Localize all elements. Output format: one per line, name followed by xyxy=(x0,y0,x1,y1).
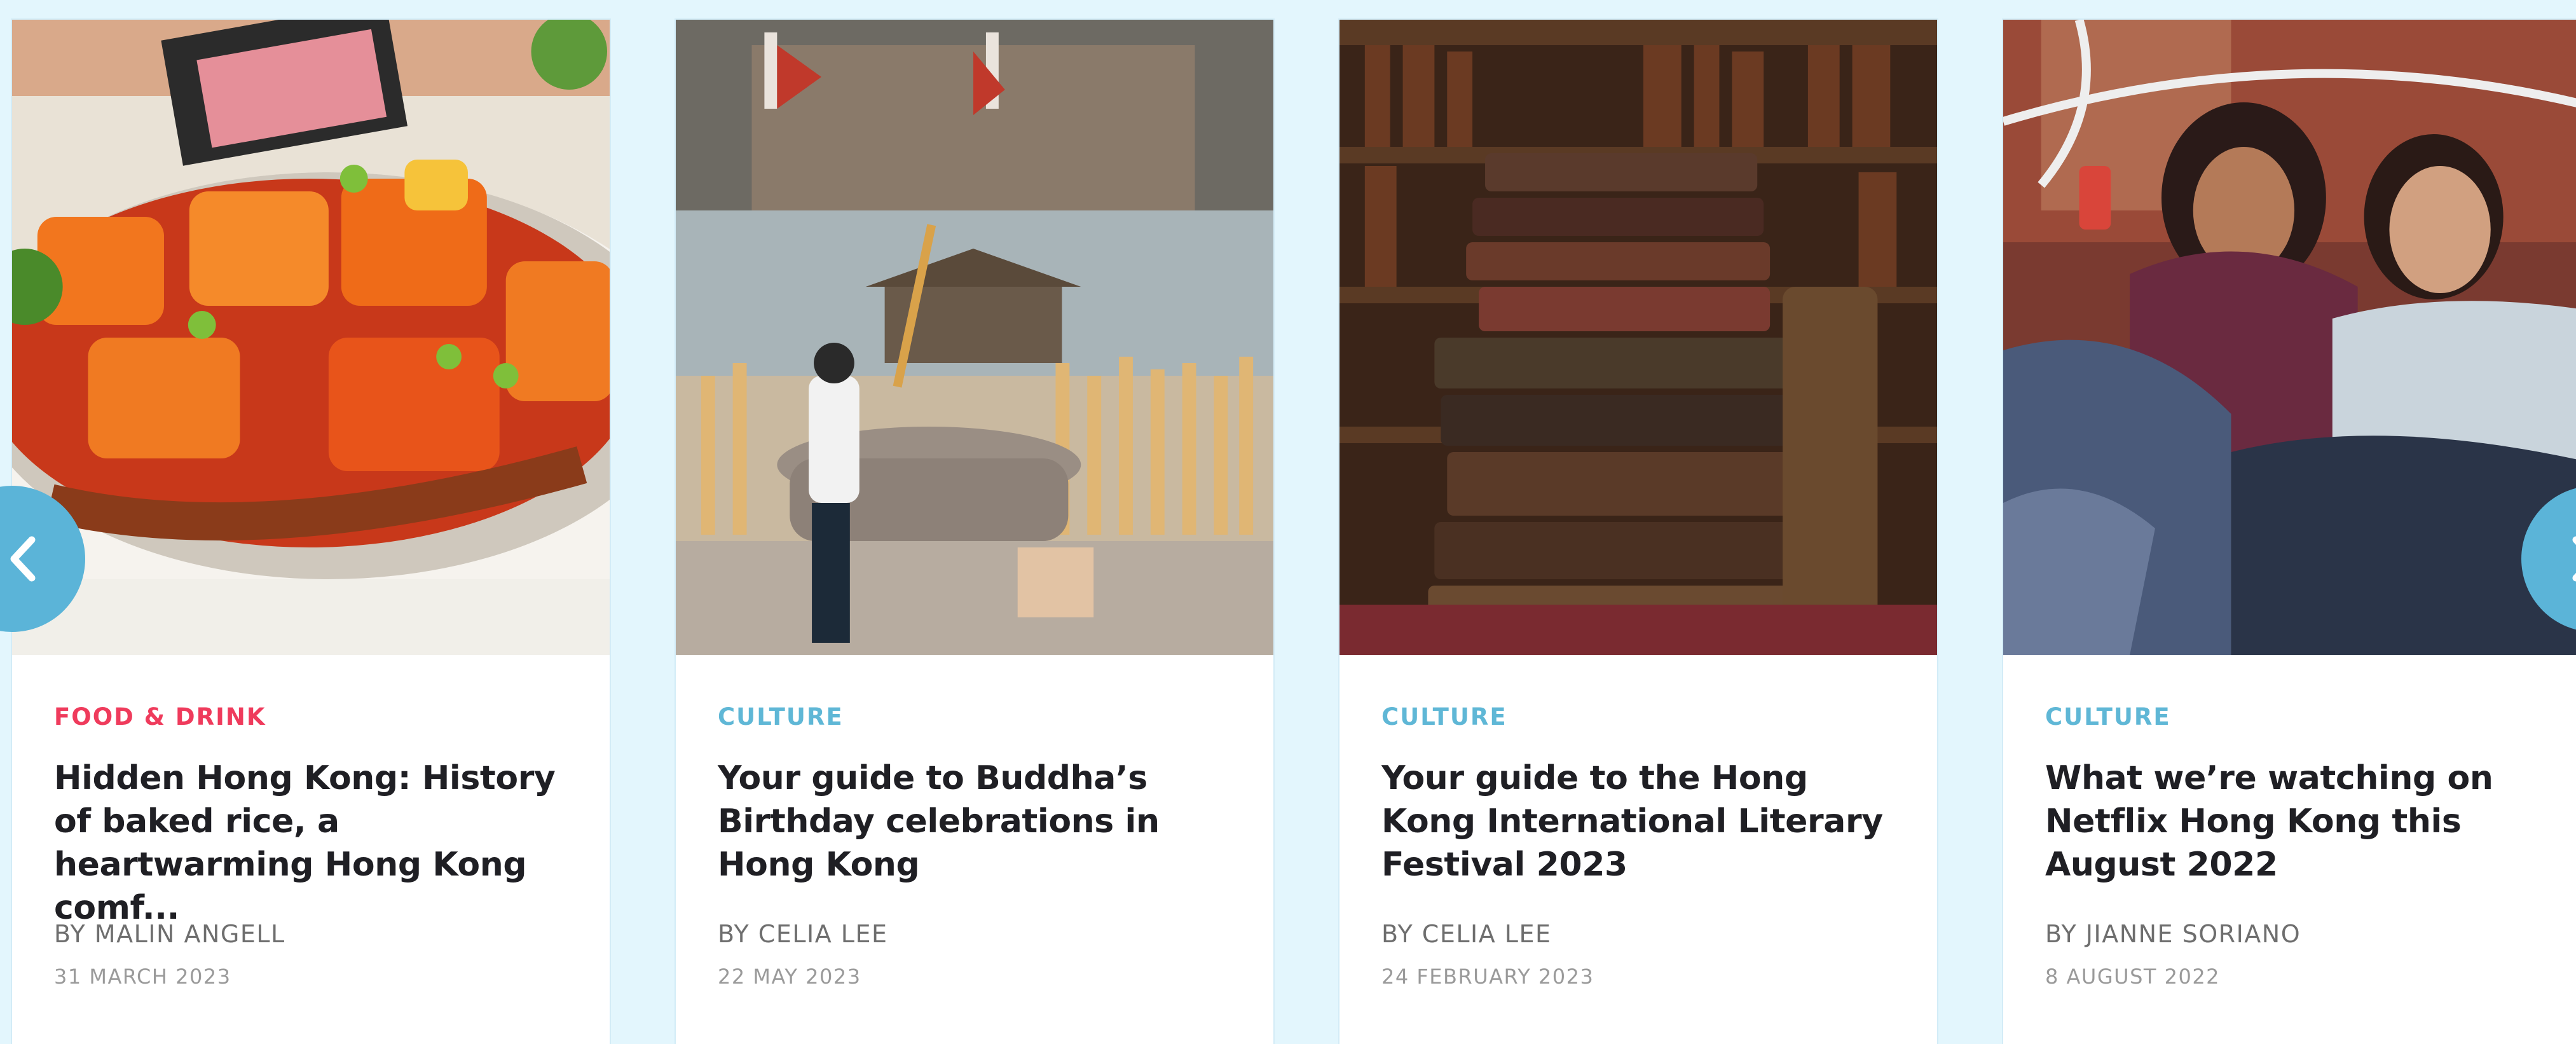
article-date: 22 MAY 2023 xyxy=(718,965,861,989)
article-author[interactable]: BY CELIA LEE xyxy=(718,922,1231,946)
article-author[interactable]: BY MALIN ANGELL xyxy=(54,922,568,946)
chevron-left-icon xyxy=(10,536,36,582)
article-image-baked-rice[interactable] xyxy=(12,20,610,655)
article-title[interactable]: Your guide to Buddha’s Birthday celebrat… xyxy=(718,757,1231,886)
article-title[interactable]: What we’re watching on Netflix Hong Kong… xyxy=(2045,757,2559,886)
article-card[interactable]: CULTURE Your guide to the Hong Kong Inte… xyxy=(1338,18,1938,1044)
article-category[interactable]: CULTURE xyxy=(718,705,1231,729)
article-date: 31 MARCH 2023 xyxy=(54,965,231,989)
article-card[interactable]: FOOD & DRINK Hidden Hong Kong: History o… xyxy=(11,18,611,1044)
article-category[interactable]: CULTURE xyxy=(1381,705,1895,729)
article-image-netflix-couple[interactable] xyxy=(2003,20,2576,655)
article-date: 24 FEBRUARY 2023 xyxy=(1381,965,1594,989)
article-date: 8 AUGUST 2022 xyxy=(2045,965,2221,989)
article-author[interactable]: BY CELIA LEE xyxy=(1381,922,1895,946)
article-card[interactable]: CULTURE What we’re watching on Netflix H… xyxy=(2002,18,2576,1044)
article-title[interactable]: Hidden Hong Kong: History of baked rice,… xyxy=(54,757,568,927)
article-card[interactable]: CULTURE Your guide to Buddha’s Birthday … xyxy=(675,18,1275,1044)
article-category[interactable]: FOOD & DRINK xyxy=(54,705,568,729)
article-image-temple-incense[interactable] xyxy=(676,20,1273,655)
chevron-right-icon xyxy=(2572,536,2576,582)
article-image-stacked-books[interactable] xyxy=(1339,20,1937,655)
article-title[interactable]: Your guide to the Hong Kong Internationa… xyxy=(1381,757,1895,886)
article-category[interactable]: CULTURE xyxy=(2045,705,2559,729)
article-carousel: FOOD & DRINK Hidden Hong Kong: History o… xyxy=(0,0,2576,1044)
article-author[interactable]: BY JIANNE SORIANO xyxy=(2045,922,2559,946)
